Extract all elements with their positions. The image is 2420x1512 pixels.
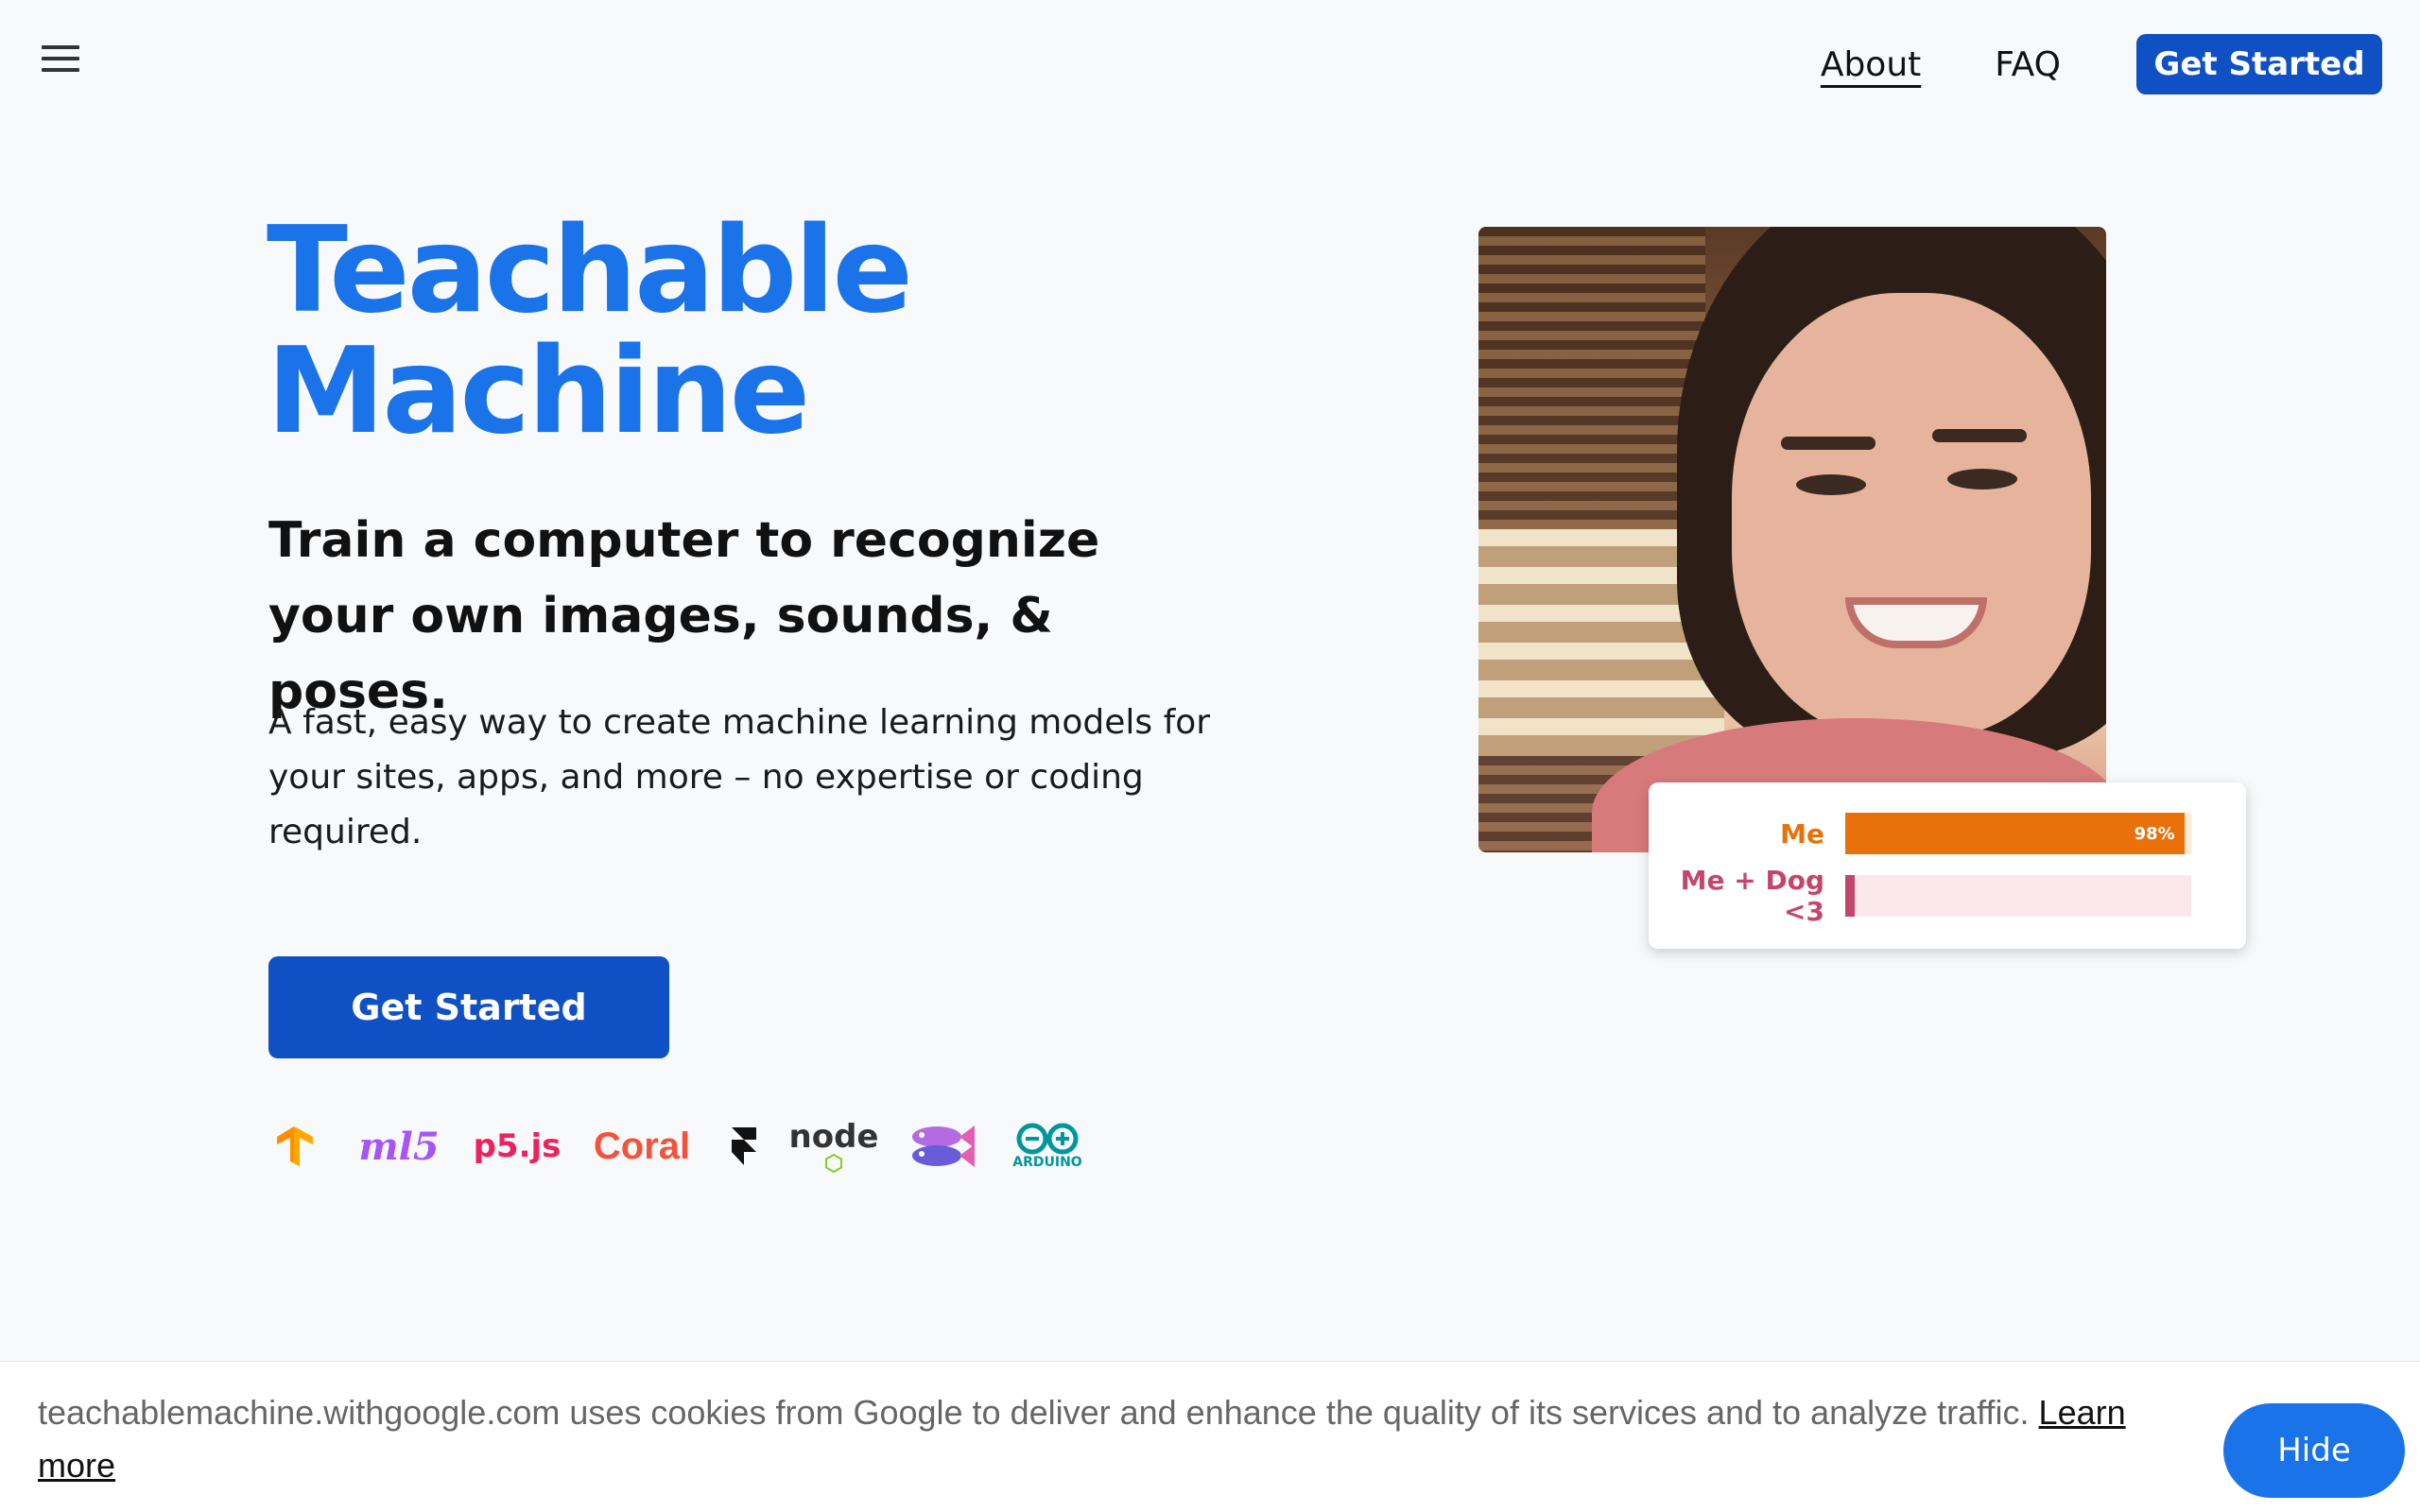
hero-get-started-button[interactable]: Get Started [268, 956, 669, 1058]
title-line-1: Teachable [267, 200, 913, 339]
prediction-bar: 98% [1845, 813, 2191, 854]
nav-faq-link[interactable]: FAQ [1995, 45, 2061, 84]
prediction-card: Me 98% Me + Dog <3 [1649, 782, 2246, 949]
demo-webcam-video [1478, 227, 2106, 852]
header-get-started-button[interactable]: Get Started [2136, 34, 2382, 94]
fish-logo [908, 1113, 977, 1179]
prediction-fill [1845, 875, 1855, 917]
prediction-row-me-dog: Me + Dog <3 [1649, 865, 2246, 927]
top-nav: About FAQ Get Started [1821, 34, 2382, 94]
nav-about-link[interactable]: About [1821, 45, 1921, 84]
framer-logo [728, 1113, 760, 1179]
cookie-message: teachablemachine.withgoogle.com uses coo… [38, 1386, 2174, 1492]
p5js-logo: p5.js [473, 1127, 562, 1165]
hero-description: A fast, easy way to create machine learn… [268, 703, 1211, 851]
prediction-row-me: Me 98% [1649, 811, 2246, 856]
arduino-logo: ARDUINO [1011, 1113, 1083, 1179]
prediction-label: Me [1780, 817, 1824, 850]
title-line-2: Machine [267, 321, 810, 460]
nodejs-logo: node [789, 1113, 878, 1179]
page-title: Teachable Machine [267, 200, 913, 460]
partner-logos: ml5 p5.js Coral node ARDUINO [268, 1113, 1117, 1179]
prediction-label: Me + Dog <3 [1680, 865, 1824, 927]
hamburger-menu-icon[interactable] [42, 45, 79, 76]
prediction-fill: 98% [1845, 813, 2185, 854]
cookie-text: teachablemachine.withgoogle.com uses coo… [38, 1393, 2030, 1432]
ml5-logo: ml5 [358, 1124, 440, 1169]
tensorflow-logo [268, 1113, 320, 1179]
coral-logo: Coral [593, 1125, 691, 1167]
hide-cookie-button[interactable]: Hide [2223, 1403, 2405, 1498]
prediction-bar [1845, 875, 2191, 917]
cookie-banner: teachablemachine.withgoogle.com uses coo… [0, 1361, 2420, 1512]
